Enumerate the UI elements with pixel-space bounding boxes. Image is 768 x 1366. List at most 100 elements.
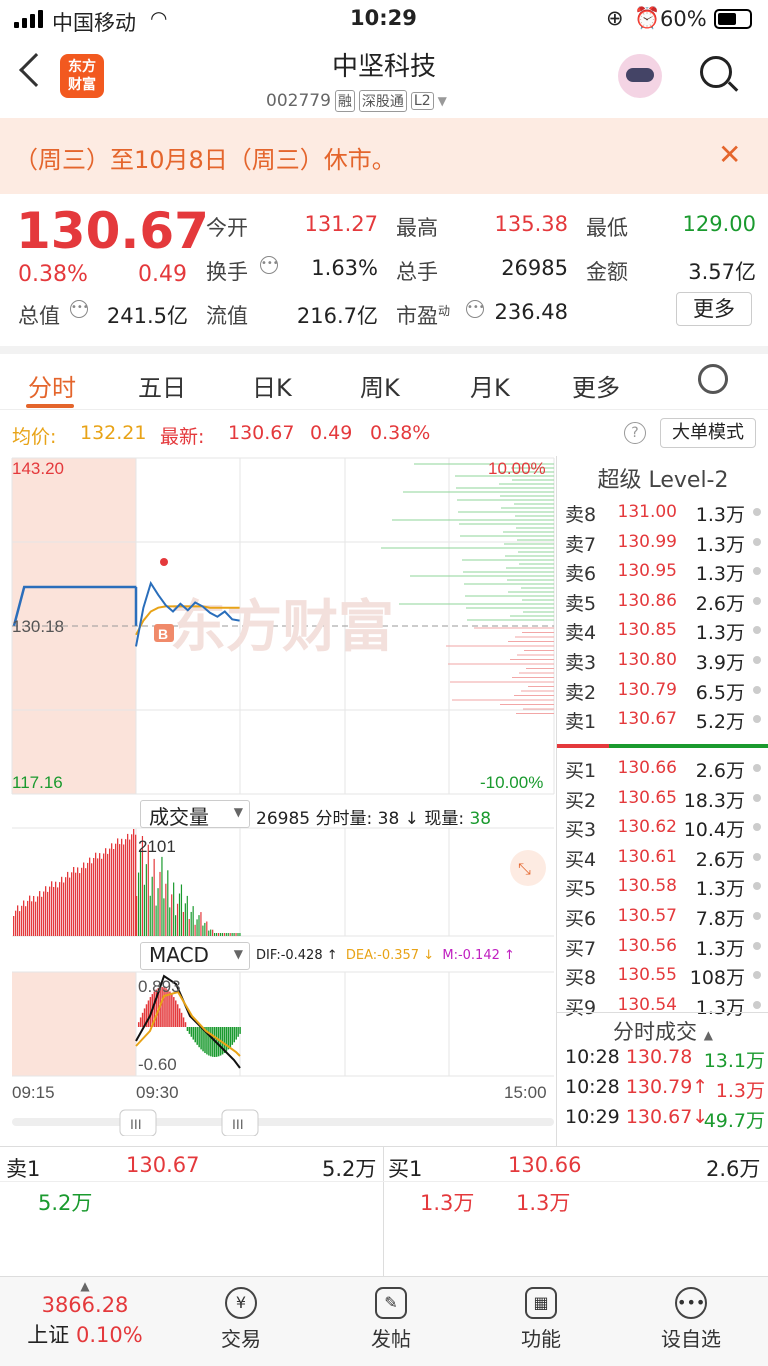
price-axis-ref: 130.18 bbox=[12, 617, 64, 636]
nav-post[interactable]: ✎ 发帖 bbox=[336, 1287, 446, 1352]
macd-bar bbox=[137, 1022, 140, 1027]
macd-indicator-select[interactable]: MACD ▼ bbox=[140, 942, 250, 970]
assistant-robot-icon[interactable] bbox=[618, 54, 662, 98]
book-separator bbox=[557, 744, 768, 748]
row-dot-icon bbox=[753, 656, 761, 664]
bid-price: 130.56 bbox=[617, 935, 677, 956]
trades-header[interactable]: 分时成交 ▲ bbox=[557, 1016, 768, 1046]
time-label-open: 09:30 bbox=[136, 1083, 179, 1102]
ask-row[interactable]: 卖4 130.85 1.3万 bbox=[557, 616, 768, 646]
volume-bar bbox=[41, 896, 43, 936]
market-cap-label: 总值 bbox=[18, 304, 60, 328]
tab-five-day[interactable]: 五日 bbox=[138, 368, 186, 403]
macd-bar bbox=[194, 1027, 196, 1043]
ask-row[interactable]: 卖3 130.80 3.9万 bbox=[557, 646, 768, 676]
ask-row[interactable]: 卖8 131.00 1.3万 bbox=[557, 498, 768, 528]
bid1-label: 买1 bbox=[388, 1157, 423, 1181]
info-dots-icon[interactable]: ••• bbox=[260, 256, 279, 274]
bid-volume: 10.4万 bbox=[683, 819, 745, 842]
macd-bar bbox=[235, 1027, 237, 1040]
volume-bar bbox=[89, 857, 91, 936]
row-dot-icon bbox=[753, 793, 761, 802]
caret-down-icon[interactable]: ▼ bbox=[438, 94, 447, 108]
volume-bar bbox=[73, 867, 75, 936]
macd-bar bbox=[139, 1017, 142, 1027]
volume-indicator-select[interactable]: 成交量 ▼ bbox=[140, 800, 250, 829]
ask-row[interactable]: 卖2 130.79 6.5万 bbox=[557, 676, 768, 706]
tab-intraday[interactable]: 分时 bbox=[28, 368, 76, 403]
ask-row[interactable]: 卖6 130.95 1.3万 bbox=[557, 557, 768, 587]
info-dots-icon[interactable]: ••• bbox=[466, 300, 485, 318]
volume-bar bbox=[123, 844, 125, 936]
pe-label: 市盈动 bbox=[396, 304, 451, 328]
more-button[interactable]: 更多 bbox=[676, 292, 752, 326]
amount-value: 3.57亿 bbox=[688, 260, 756, 284]
volume-bar bbox=[119, 844, 121, 936]
volume-bar bbox=[190, 911, 192, 936]
volume-bar bbox=[75, 872, 77, 936]
bid-row[interactable]: 买6 130.57 7.8万 bbox=[557, 902, 768, 932]
trade-row: 10:28 130.79↑ 1.3万 bbox=[565, 1076, 765, 1102]
time-label-close: 15:00 bbox=[504, 1083, 547, 1102]
bid-price: 130.62 bbox=[617, 817, 677, 838]
ask-level-label: 卖3 bbox=[565, 652, 597, 674]
ask-volume: 3.9万 bbox=[695, 652, 745, 674]
trades-title: 分时成交 bbox=[613, 1020, 698, 1044]
tab-monthly-k[interactable]: 月K bbox=[470, 368, 510, 403]
tab-more[interactable]: 更多 bbox=[572, 368, 620, 403]
bid-level-label: 买3 bbox=[565, 819, 597, 842]
volume-bar bbox=[27, 900, 29, 936]
info-dots-icon[interactable]: ••• bbox=[70, 300, 89, 318]
battery-icon bbox=[714, 9, 752, 29]
ask-row[interactable]: 卖7 130.99 1.3万 bbox=[557, 528, 768, 558]
bid-row[interactable]: 买5 130.58 1.3万 bbox=[557, 872, 768, 902]
volume-bar bbox=[202, 925, 204, 936]
volume-bar bbox=[147, 844, 149, 936]
index-ticker[interactable]: ▲ 3866.28 上证 0.10% bbox=[20, 1279, 150, 1349]
volume-bar bbox=[153, 858, 155, 936]
nav-watchlist[interactable]: ••• 设自选 bbox=[636, 1287, 746, 1352]
volume-bar bbox=[169, 907, 171, 936]
bid-row[interactable]: 买3 130.62 10.4万 bbox=[557, 813, 768, 843]
volume-bar bbox=[133, 829, 135, 936]
nav-trade[interactable]: ¥ 交易 bbox=[186, 1287, 296, 1352]
ask-price: 130.99 bbox=[617, 531, 677, 552]
yen-exchange-icon: ¥ bbox=[225, 1287, 257, 1319]
volume-bar bbox=[157, 888, 159, 936]
ask-row[interactable]: 卖1 130.67 5.2万 bbox=[557, 705, 768, 735]
level2-title[interactable]: 超级 Level-2 bbox=[557, 462, 768, 494]
bottom-nav: ▲ 3866.28 上证 0.10% ¥ 交易 ✎ 发帖 ▦ 功能 ••• 设自选 bbox=[0, 1276, 768, 1366]
index-percent: 0.10% bbox=[75, 1323, 143, 1347]
bid-row[interactable]: 买4 130.61 2.6万 bbox=[557, 843, 768, 873]
macd-bar bbox=[175, 1000, 177, 1027]
volume-bar bbox=[229, 933, 231, 936]
ask-level-label: 卖2 bbox=[565, 681, 597, 704]
tab-daily-k[interactable]: 日K bbox=[252, 368, 292, 403]
macd-dif-value: DIF:-0.428 ↑ bbox=[256, 948, 338, 963]
big-order-mode-button[interactable]: 大单模式 bbox=[660, 418, 756, 448]
bid-row[interactable]: 买2 130.65 18.3万 bbox=[557, 784, 768, 814]
tag-level2: L2 bbox=[410, 92, 434, 110]
help-icon[interactable]: ? bbox=[624, 422, 646, 444]
volume-bar bbox=[31, 901, 33, 936]
ask1-price: 130.67 bbox=[126, 1153, 200, 1177]
market-cap-value: 241.5亿 bbox=[106, 304, 188, 328]
bid-row[interactable]: 买7 130.56 1.3万 bbox=[557, 932, 768, 962]
time-label-open-auction: 09:15 bbox=[12, 1083, 55, 1102]
ask-price: 130.79 bbox=[617, 679, 677, 700]
volume-bar bbox=[129, 839, 131, 936]
macd-bar bbox=[190, 1027, 193, 1037]
close-icon[interactable]: ✕ bbox=[718, 138, 741, 171]
volume-bar bbox=[83, 862, 85, 936]
bid-row[interactable]: 买8 130.55 108万 bbox=[557, 961, 768, 991]
search-icon[interactable] bbox=[700, 56, 739, 92]
ask-row[interactable]: 卖5 130.86 2.6万 bbox=[557, 587, 768, 617]
bid-row[interactable]: 买1 130.66 2.6万 bbox=[557, 754, 768, 784]
nav-functions[interactable]: ▦ 功能 bbox=[486, 1287, 596, 1352]
bid-volume: 108万 bbox=[689, 967, 745, 990]
intraday-chart[interactable]: 东方财富 B 143.20 130.18 117.16 10.00% -10.0… bbox=[0, 456, 556, 1137]
tab-weekly-k[interactable]: 周K bbox=[360, 368, 400, 403]
trade-row: 10:28 130.78 13.1万 bbox=[565, 1046, 765, 1072]
volume-detail: 分时量: 38 ↓ 现量: bbox=[315, 809, 465, 829]
gear-icon[interactable] bbox=[698, 364, 728, 394]
